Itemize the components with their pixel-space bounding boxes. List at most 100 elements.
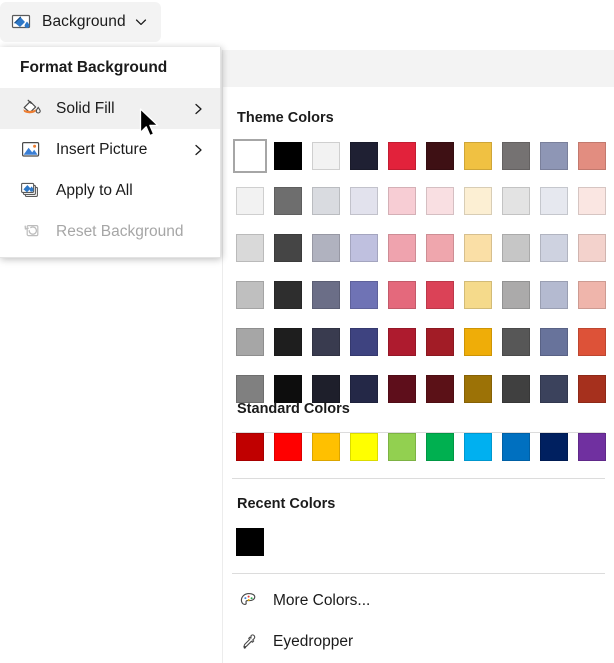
color-swatch[interactable] — [540, 187, 568, 215]
color-swatch[interactable] — [464, 375, 492, 403]
color-swatch[interactable] — [350, 328, 378, 356]
color-swatch[interactable] — [236, 328, 264, 356]
color-swatch[interactable] — [350, 375, 378, 403]
color-swatch[interactable] — [464, 433, 492, 461]
swatch-cell — [236, 433, 274, 461]
eyedropper-button[interactable]: Eyedropper — [223, 621, 614, 662]
swatch-cell — [274, 375, 312, 403]
color-swatch[interactable] — [426, 375, 454, 403]
more-colors-button[interactable]: More Colors... — [223, 580, 614, 621]
color-swatch[interactable] — [578, 375, 606, 403]
color-swatch[interactable] — [426, 433, 454, 461]
color-swatch[interactable] — [502, 187, 530, 215]
chevron-right-icon[interactable] — [192, 101, 205, 116]
swatch-cell — [388, 234, 426, 262]
color-swatch[interactable] — [578, 328, 606, 356]
swatch-cell — [236, 281, 274, 309]
color-swatch[interactable] — [578, 234, 606, 262]
color-swatch[interactable] — [350, 187, 378, 215]
color-swatch[interactable] — [236, 234, 264, 262]
theme-colors-heading: Theme Colors — [237, 110, 334, 126]
background-button[interactable]: Background — [0, 2, 161, 42]
color-swatch[interactable] — [464, 328, 492, 356]
color-swatch[interactable] — [578, 187, 606, 215]
color-swatch[interactable] — [274, 234, 302, 262]
color-swatch[interactable] — [233, 139, 267, 173]
color-swatch[interactable] — [426, 142, 454, 170]
color-swatch[interactable] — [388, 187, 416, 215]
color-swatch[interactable] — [312, 328, 340, 356]
swatch-cell — [578, 375, 614, 403]
standard-colors-grid[interactable] — [223, 433, 614, 461]
color-swatch[interactable] — [502, 328, 530, 356]
color-swatch[interactable] — [540, 281, 568, 309]
color-swatch[interactable] — [274, 142, 302, 170]
color-swatch[interactable] — [274, 328, 302, 356]
color-swatch[interactable] — [312, 187, 340, 215]
color-swatch[interactable] — [578, 281, 606, 309]
color-swatch[interactable] — [540, 234, 568, 262]
color-swatch[interactable] — [312, 234, 340, 262]
recent-colors-grid[interactable] — [223, 528, 614, 556]
color-swatch[interactable] — [312, 281, 340, 309]
color-swatch[interactable] — [426, 281, 454, 309]
color-swatch[interactable] — [426, 328, 454, 356]
color-swatch[interactable] — [578, 142, 606, 170]
swatch-cell — [502, 375, 540, 403]
color-swatch[interactable] — [350, 281, 378, 309]
menu-item-insert-picture[interactable]: Insert Picture — [0, 129, 220, 170]
color-swatch[interactable] — [274, 375, 302, 403]
swatch-cell — [540, 328, 578, 356]
color-swatch[interactable] — [350, 433, 378, 461]
palette-icon — [237, 590, 261, 612]
color-swatch[interactable] — [540, 328, 568, 356]
panel-top-band — [223, 50, 614, 87]
chevron-down-icon[interactable] — [134, 15, 148, 29]
color-swatch[interactable] — [236, 433, 264, 461]
color-swatch[interactable] — [388, 328, 416, 356]
color-swatch[interactable] — [350, 142, 378, 170]
menu-item-apply-to-all[interactable]: Apply to All — [0, 170, 220, 211]
color-swatch[interactable] — [274, 187, 302, 215]
color-swatch[interactable] — [502, 142, 530, 170]
color-swatch[interactable] — [540, 142, 568, 170]
color-swatch[interactable] — [502, 234, 530, 262]
color-swatch[interactable] — [388, 142, 416, 170]
color-swatch[interactable] — [388, 234, 416, 262]
color-swatch[interactable] — [274, 281, 302, 309]
swatch-cell — [464, 328, 502, 356]
color-swatch[interactable] — [578, 433, 606, 461]
color-swatch[interactable] — [236, 281, 264, 309]
chevron-right-icon[interactable] — [192, 142, 205, 157]
menu-title: Format Background — [20, 58, 168, 76]
menu-item-reset-background[interactable]: Reset Background — [0, 211, 220, 252]
standard-colors-heading: Standard Colors — [237, 401, 350, 417]
color-swatch[interactable] — [540, 375, 568, 403]
menu-item-solid-fill[interactable]: Solid Fill — [0, 88, 220, 129]
theme-colors-grid[interactable] — [223, 139, 614, 422]
color-swatch[interactable] — [502, 281, 530, 309]
color-swatch[interactable] — [502, 375, 530, 403]
color-swatch[interactable] — [388, 375, 416, 403]
color-swatch[interactable] — [502, 433, 530, 461]
color-swatch[interactable] — [274, 433, 302, 461]
color-swatch[interactable] — [426, 187, 454, 215]
color-swatch[interactable] — [312, 375, 340, 403]
color-swatch[interactable] — [464, 281, 492, 309]
color-swatch[interactable] — [236, 528, 264, 556]
swatch-cell — [350, 142, 388, 170]
color-swatch[interactable] — [388, 281, 416, 309]
color-swatch[interactable] — [312, 142, 340, 170]
color-swatch[interactable] — [464, 142, 492, 170]
color-swatch[interactable] — [464, 234, 492, 262]
color-swatch[interactable] — [388, 433, 416, 461]
swatch-cell — [502, 234, 540, 262]
color-swatch[interactable] — [312, 433, 340, 461]
color-swatch[interactable] — [464, 187, 492, 215]
color-swatch[interactable] — [236, 375, 264, 403]
swatch-cell — [578, 328, 614, 356]
color-swatch[interactable] — [426, 234, 454, 262]
color-swatch[interactable] — [540, 433, 568, 461]
color-swatch[interactable] — [236, 187, 264, 215]
color-swatch[interactable] — [350, 234, 378, 262]
